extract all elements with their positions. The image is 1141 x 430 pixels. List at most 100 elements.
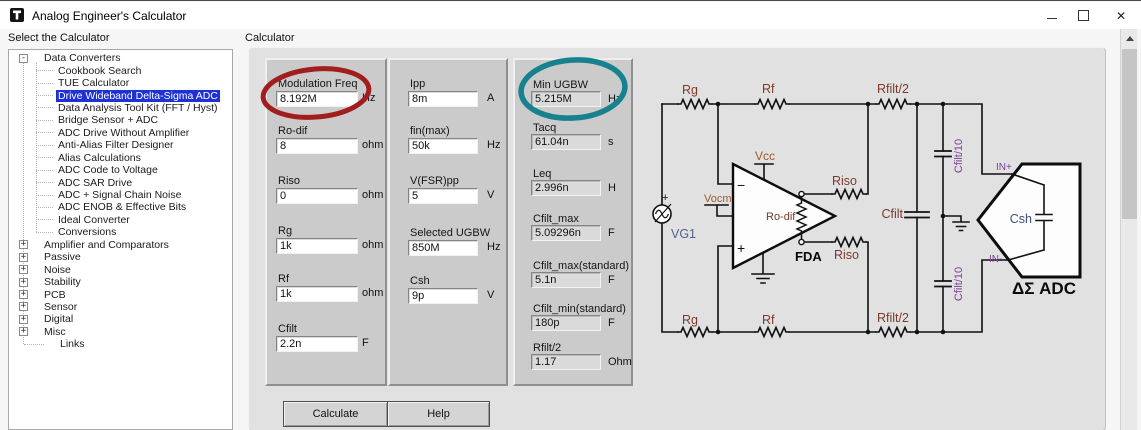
tree-item-amplifier-and-comparators[interactable]: + Amplifier and Comparators xyxy=(9,239,232,251)
resistor-rf-bottom xyxy=(755,328,789,337)
field-label: Cfilt_max(standard) xyxy=(533,260,651,271)
rf-input[interactable] xyxy=(276,286,358,302)
expand-plus-icon[interactable]: + xyxy=(19,327,28,336)
field-v-fsr-pp: V(FSR)ppV xyxy=(408,175,528,204)
tree-item-digital[interactable]: +Digital xyxy=(9,313,232,325)
tree-item-drive-wideband-delta-sigma-adc[interactable]: Drive Wideband Delta-Sigma ADC xyxy=(9,89,232,101)
tree-item-adc-enob-effective-bits[interactable]: ADC ENOB & Effective Bits xyxy=(9,201,232,213)
expand-plus-icon[interactable]: + xyxy=(19,302,28,311)
scrollbar-thumb[interactable] xyxy=(1122,49,1137,219)
ipp-input[interactable] xyxy=(408,91,478,107)
tree-item-adc-code-to-voltage[interactable]: ADC Code to Voltage xyxy=(9,164,232,176)
tree-item-label: ADC ENOB & Effective Bits xyxy=(56,201,188,213)
tree-item-anti-alias-filter-designer[interactable]: Anti-Alias Filter Designer xyxy=(9,139,232,151)
ro-dif-input[interactable] xyxy=(276,138,358,154)
left-pane-header: Select the Calculator xyxy=(8,32,110,44)
tree-item-tue-calculator[interactable]: TUE Calculator xyxy=(9,77,232,89)
tree-item-passive[interactable]: +Passive xyxy=(9,251,232,263)
riso-input[interactable] xyxy=(276,188,358,204)
tree-item-noise[interactable]: +Noise xyxy=(9,263,232,275)
tree-item-data-converters[interactable]: -Data Converters xyxy=(9,52,232,64)
capacitor-cfilt10-top xyxy=(935,151,951,157)
tree-item-label: Links xyxy=(58,338,87,350)
minimize-button[interactable] xyxy=(1037,2,1067,29)
tree-item-adc-drive-without-amplifier[interactable]: ADC Drive Without Amplifier xyxy=(9,127,232,139)
tree-item-sensor[interactable]: +Sensor xyxy=(9,301,232,313)
tree-item-data-analysis-tool-kit[interactable]: Data Analysis Tool Kit (FFT / Hyst) xyxy=(9,102,232,114)
vg1-source-symbol xyxy=(653,204,671,223)
cfilt-max-output: 5.09296n xyxy=(531,225,601,241)
capacitor-cfilt xyxy=(905,212,929,218)
tree-item-label: Alias Calculations xyxy=(56,152,143,164)
tree-connector xyxy=(36,95,53,96)
tree-item-links[interactable]: Links xyxy=(9,338,232,350)
input-column-2 xyxy=(388,58,508,386)
resistor-rfilt2-bottom xyxy=(876,328,910,337)
fin-max-input[interactable] xyxy=(408,138,478,154)
cfilt-min-standard-output: 180p xyxy=(531,315,601,331)
fda-output-terminal xyxy=(799,191,804,196)
expand-plus-icon[interactable]: + xyxy=(19,240,28,249)
label-rf-bottom: Rf xyxy=(762,313,775,327)
field-fin-max: fin(max)Hz xyxy=(408,125,528,154)
tree-item-cookbook-search[interactable]: Cookbook Search xyxy=(9,64,232,76)
expand-plus-icon[interactable]: + xyxy=(19,253,28,262)
field-leq: Leq2.996nH xyxy=(531,168,651,196)
vertical-scrollbar[interactable] xyxy=(1120,29,1137,430)
field-label: Cfilt_min(standard) xyxy=(533,303,651,314)
field-rg: Rgohm xyxy=(276,225,396,254)
tree-item-alias-calculations[interactable]: Alias Calculations xyxy=(9,152,232,164)
field-unit: Ohm xyxy=(608,356,632,368)
field-label: Leq xyxy=(533,168,651,179)
calculate-button[interactable]: Calculate xyxy=(283,401,388,427)
modulation-freq-input[interactable] xyxy=(276,91,358,107)
field-unit: F xyxy=(608,274,615,286)
tree-item-label: Stability xyxy=(42,276,83,288)
field-unit: Hz xyxy=(487,241,500,253)
expand-plus-icon[interactable]: + xyxy=(19,290,28,299)
expand-plus-icon[interactable]: + xyxy=(19,315,28,324)
csh-input[interactable] xyxy=(408,288,478,304)
field-unit: F xyxy=(362,337,369,349)
v-fsr-pp-input[interactable] xyxy=(408,188,478,204)
expand-minus-icon[interactable]: - xyxy=(19,54,28,63)
tree-item-label: Conversions xyxy=(56,226,118,238)
selected-ugbw-input[interactable] xyxy=(408,240,478,256)
rg-input[interactable] xyxy=(276,238,358,254)
field-unit: s xyxy=(608,136,614,148)
field-unit: V xyxy=(487,289,494,301)
cfilt-input[interactable] xyxy=(276,336,358,352)
tree-connector xyxy=(36,120,53,121)
field-label: Modulation Freq xyxy=(278,78,396,89)
circuit-schematic: Rg Rf Rfilt/2 Rg Rf Rfilt/2 Riso Riso Ro… xyxy=(640,53,1110,393)
tree-item-ideal-converter[interactable]: Ideal Converter xyxy=(9,214,232,226)
tree-item-conversions[interactable]: Conversions xyxy=(9,226,232,238)
field-rfilt-2: Rfilt/21.17Ohm xyxy=(531,342,651,370)
help-button[interactable]: Help xyxy=(387,401,490,427)
fda-output-terminal xyxy=(799,239,804,244)
tree-item-adc-sar-drive[interactable]: ADC SAR Drive xyxy=(9,176,232,188)
tree-item-adc-signal-chain-noise[interactable]: ADC + Signal Chain Noise xyxy=(9,189,232,201)
maximize-button[interactable] xyxy=(1068,2,1098,29)
capacitor-cfilt10-bottom xyxy=(935,281,951,287)
field-unit: F xyxy=(608,227,615,239)
calculator-pane-header: Calculator xyxy=(245,32,295,44)
field-label: Min UGBW xyxy=(533,79,651,90)
tree-item-bridge-sensor-adc[interactable]: Bridge Sensor + ADC xyxy=(9,114,232,126)
label-cfilt: Cfilt xyxy=(881,207,903,221)
cfilt-max-standard-output: 5.1n xyxy=(531,272,601,288)
expand-plus-icon[interactable]: + xyxy=(19,265,28,274)
tree-item-misc[interactable]: +Misc xyxy=(9,326,232,338)
close-icon: ✕ xyxy=(1116,9,1126,23)
field-cfilt: CfiltF xyxy=(276,323,396,352)
tree-item-label: Amplifier and Comparators xyxy=(42,239,171,251)
tree-item-stability[interactable]: + Stability xyxy=(9,276,232,288)
field-label: Cfilt_max xyxy=(533,213,651,224)
close-button[interactable]: ✕ xyxy=(1106,2,1136,29)
expand-plus-icon[interactable]: + xyxy=(19,278,28,287)
field-cfilt-max: Cfilt_max5.09296n F xyxy=(531,213,651,241)
tree-item-pcb[interactable]: +PCB xyxy=(9,288,232,300)
scroll-up-button[interactable] xyxy=(1122,31,1137,46)
field-unit: F xyxy=(608,317,615,329)
resistor-rg-bottom xyxy=(678,328,712,337)
